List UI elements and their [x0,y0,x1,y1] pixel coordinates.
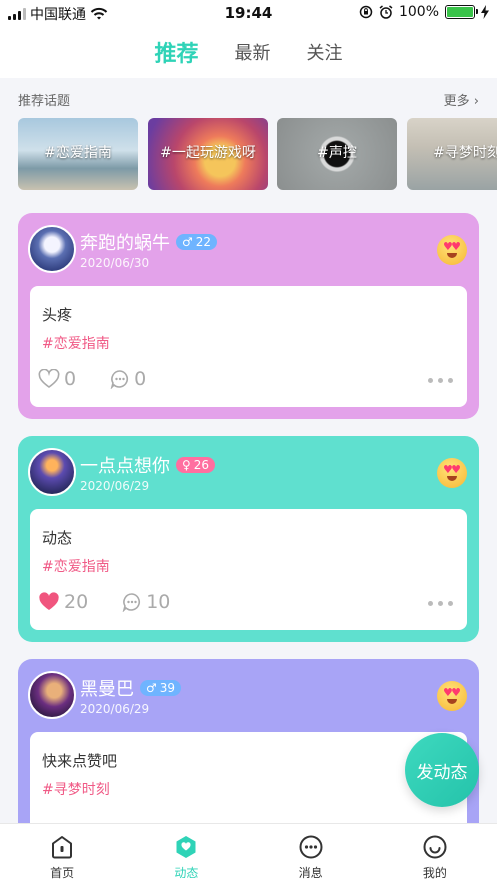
topics-title: 推荐话题 [18,94,71,109]
topic-label: #恋爱指南 [44,145,112,162]
tab-following[interactable]: 关注 [307,39,343,65]
gender-age-badge: ♀ 26 [176,457,216,473]
heart-eyes-emoji-icon[interactable] [437,235,467,265]
post-username-row: 奔跑的蜗牛 ♂ 22 [80,229,218,255]
like-count: 0 [64,368,77,390]
post-date: 2020/06/30 [80,256,150,270]
like-count: 20 [64,591,89,613]
message-icon [299,835,323,859]
post-username-row: 一点点想你 ♀ 26 [80,452,216,478]
post-username[interactable]: 一点点想你 [80,456,170,477]
topics-more-link[interactable]: 更多 › [444,90,479,109]
topic-card-voice[interactable]: #声控 [277,118,397,190]
post-text: 头疼 [42,306,73,324]
battery-percent: 100% [398,4,439,20]
topic-card-love-guide[interactable]: #恋爱指南 [18,118,138,190]
topic-label: #寻梦时刻 [433,145,497,162]
tab-recommend[interactable]: 推荐 [154,36,198,68]
heart-filled-icon [39,592,59,610]
charging-icon [481,5,489,19]
comment-button[interactable]: 0 [110,368,146,390]
like-button[interactable]: 20 [38,591,88,613]
post-username[interactable]: 黑曼巴 [80,679,134,700]
home-icon [52,836,73,859]
topic-card-dream-moment[interactable]: #寻梦时刻 [407,118,497,190]
post-card[interactable]: 一点点想你 ♀26 2020/06/29 动态 #恋爱指南 20 10 [18,436,479,642]
post-date: 2020/06/29 [80,479,150,493]
tab-profile-label: 我的 [422,866,447,880]
more-options-icon[interactable] [428,378,453,383]
tab-latest[interactable]: 最新 [235,39,271,65]
post-topic-tag[interactable]: #恋爱指南 [42,333,110,353]
post-username-row: 黑曼巴 ♂ 39 [80,675,182,701]
status-right: 100% [359,4,489,20]
top-tabs: 推荐 最新 关注 [0,26,497,78]
battery-icon [445,5,478,19]
post-text: 动态 [42,529,73,547]
topics-header: 推荐话题 更多 › [18,90,479,109]
rotation-lock-icon [359,5,373,19]
topic-card-play-games[interactable]: #一起玩游戏呀 [148,118,268,190]
age-label: 26 [193,458,210,472]
post-date: 2020/06/29 [80,702,150,716]
feed-icon [176,836,196,858]
gender-age-badge: ♂ 39 [140,680,182,696]
male-icon: ♂ [182,235,193,249]
tab-feed-label: 动态 [174,866,199,880]
topics-carousel[interactable]: #恋爱指南 #一起玩游戏呀 #声控 #寻梦时刻 [18,118,497,190]
post-username[interactable]: 奔跑的蜗牛 [80,233,170,254]
avatar[interactable] [28,448,76,496]
topic-label: #一起玩游戏呀 [160,145,256,162]
more-options-icon[interactable] [428,601,453,606]
post-content[interactable]: 动态 #恋爱指南 20 10 [30,509,467,630]
heart-eyes-emoji-icon[interactable] [437,458,467,488]
create-post-button[interactable]: 发动态 [405,733,479,807]
post-stats: 0 0 [38,368,146,390]
comment-count: 10 [146,591,171,613]
female-icon: ♀ [182,458,191,472]
age-label: 39 [159,681,176,695]
status-bar: 中国联通 19:44 100% [0,0,497,26]
gender-age-badge: ♂ 22 [176,234,218,250]
post-content[interactable]: 头疼 #恋爱指南 0 0 [30,286,467,407]
age-label: 22 [195,235,212,249]
bottom-tab-bar: 首页 动态 消息 我的 [0,823,497,883]
post-topic-tag[interactable]: #寻梦时刻 [42,779,110,799]
post-card[interactable]: 奔跑的蜗牛 ♂22 2020/06/30 头疼 #恋爱指南 0 0 [18,213,479,419]
tab-profile[interactable]: 我的 [373,824,497,883]
comment-button[interactable]: 10 [122,591,170,613]
tab-messages-label: 消息 [298,866,323,880]
like-button[interactable]: 0 [38,368,76,390]
tab-feed[interactable]: 动态 [124,824,248,883]
post-card[interactable]: 黑曼巴 ♂39 2020/06/29 快来点赞吧 #寻梦时刻 [18,659,479,839]
profile-icon [423,835,447,859]
alarm-icon [379,5,393,19]
tab-messages[interactable]: 消息 [249,824,373,883]
avatar[interactable] [28,225,76,273]
post-topic-tag[interactable]: #恋爱指南 [42,556,110,576]
post-stats: 20 10 [38,591,170,613]
post-text: 快来点赞吧 [42,752,118,770]
topics-more-label: 更多 [443,94,470,109]
tab-home[interactable]: 首页 [0,824,124,883]
topic-label: #声控 [317,145,357,162]
comment-icon [122,593,141,612]
tab-home-label: 首页 [50,866,75,880]
heart-outline-icon [38,369,60,388]
avatar[interactable] [28,671,76,719]
comment-count: 0 [134,368,147,390]
heart-eyes-emoji-icon[interactable] [437,681,467,711]
comment-icon [110,370,129,389]
male-icon: ♂ [146,681,157,695]
chevron-right-icon: › [473,94,479,109]
